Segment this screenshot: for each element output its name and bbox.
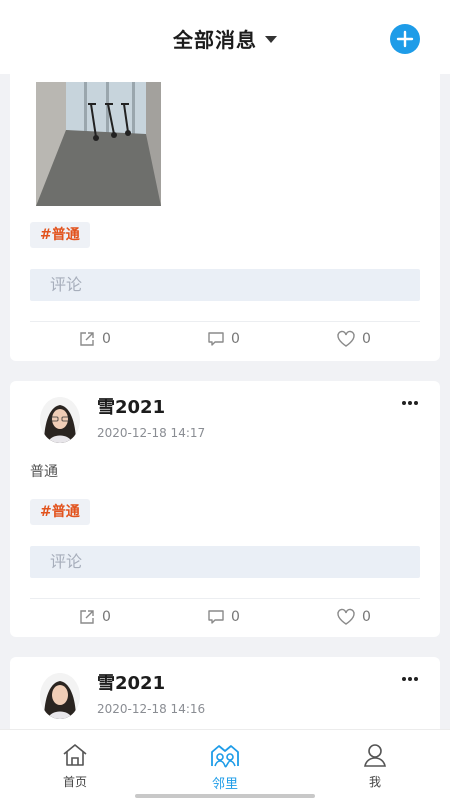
like-button[interactable]: 0 <box>336 330 371 348</box>
neighborhood-icon <box>211 745 239 768</box>
more-dots-icon <box>402 677 418 681</box>
comment-button[interactable]: 0 <box>207 330 240 348</box>
post-card: 雪2021 2020-12-18 14:16 <box>10 657 440 730</box>
post-tag[interactable]: #普通 <box>30 499 90 525</box>
plus-icon <box>396 30 414 48</box>
add-post-button[interactable] <box>390 24 420 54</box>
heart-icon <box>337 608 355 625</box>
home-indicator <box>135 794 315 798</box>
tab-neighborhood[interactable]: 邻里 <box>185 742 265 792</box>
tab-neighborhood-label: 邻里 <box>211 777 238 792</box>
comment-icon <box>208 332 224 346</box>
post-feed[interactable]: #普通 评论 0 0 0 雪2021 2020-12-18 14:17 普通 #… <box>0 74 450 730</box>
post-username[interactable]: 雪2021 <box>97 393 165 419</box>
post-text: 普通 <box>30 464 58 480</box>
heart-icon <box>337 330 355 347</box>
post-timestamp: 2020-12-18 14:17 <box>97 426 206 440</box>
post-image[interactable] <box>36 82 161 206</box>
caret-down-icon <box>265 36 277 43</box>
post-card: #普通 评论 0 0 0 <box>10 74 440 361</box>
divider <box>30 321 420 322</box>
message-filter-dropdown[interactable]: 全部消息 <box>0 24 450 53</box>
comment-input[interactable]: 评论 <box>30 269 420 301</box>
comment-icon <box>208 610 224 624</box>
like-count: 0 <box>362 609 371 625</box>
bottom-tab-bar: 首页 邻里 我 <box>0 729 450 800</box>
divider <box>30 598 420 599</box>
tab-profile-label: 我 <box>368 775 381 789</box>
post-username[interactable]: 雪2021 <box>97 669 165 695</box>
post-card: 雪2021 2020-12-18 14:17 普通 #普通 评论 0 0 0 <box>10 381 440 637</box>
share-count: 0 <box>102 609 111 625</box>
share-button[interactable]: 0 <box>78 608 111 626</box>
avatar-photo <box>40 397 80 443</box>
comment-input[interactable]: 评论 <box>30 546 420 578</box>
avatar[interactable] <box>40 397 80 443</box>
tab-home-label: 首页 <box>62 775 87 789</box>
avatar-photo <box>40 673 80 719</box>
avatar[interactable] <box>40 673 80 719</box>
comment-count: 0 <box>231 331 240 347</box>
more-options-button[interactable] <box>402 391 418 410</box>
post-tag[interactable]: #普通 <box>30 222 90 248</box>
app-header: 全部消息 <box>0 0 450 74</box>
share-button[interactable]: 0 <box>78 330 111 348</box>
more-options-button[interactable] <box>402 667 418 686</box>
post-photo <box>36 82 161 206</box>
more-dots-icon <box>402 401 418 405</box>
like-count: 0 <box>362 331 371 347</box>
comment-button[interactable]: 0 <box>207 608 240 626</box>
like-button[interactable]: 0 <box>336 608 371 626</box>
comment-count: 0 <box>231 609 240 625</box>
tab-profile[interactable]: 我 <box>335 742 415 790</box>
home-icon <box>63 744 87 766</box>
tab-home[interactable]: 首页 <box>35 742 115 790</box>
profile-icon <box>364 744 386 767</box>
share-icon <box>80 332 94 346</box>
share-count: 0 <box>102 331 111 347</box>
share-icon <box>80 610 94 624</box>
post-timestamp: 2020-12-18 14:16 <box>97 702 206 716</box>
page-title: 全部消息 <box>173 28 257 52</box>
